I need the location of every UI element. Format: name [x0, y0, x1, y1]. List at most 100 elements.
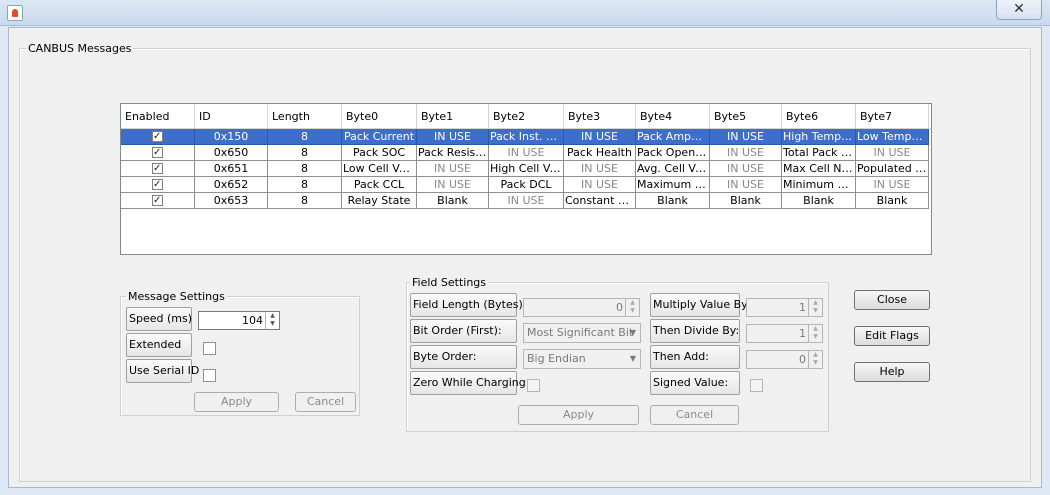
table-cell[interactable]: 8: [268, 145, 342, 161]
enabled-checkbox[interactable]: [152, 145, 163, 160]
table-row[interactable]: 0x1508Pack CurrentIN USEPack Inst. Volta…: [121, 129, 931, 145]
use-serial-id-checkbox[interactable]: [203, 369, 216, 382]
table-cell[interactable]: IN USE: [710, 145, 782, 161]
help-button[interactable]: Help: [854, 362, 930, 382]
table-cell[interactable]: High Cell Voltage: [489, 161, 564, 177]
table-cell[interactable]: Pack Amphours: [636, 129, 710, 145]
table-cell[interactable]: Blank: [636, 193, 710, 209]
table-cell[interactable]: Blank: [856, 193, 929, 209]
table-row[interactable]: 0x6508Pack SOCPack ResistanceIN USEPack …: [121, 145, 931, 161]
spin-down-icon[interactable]: ▼: [809, 359, 822, 367]
message-apply-button[interactable]: Apply: [194, 392, 279, 412]
spin-down-icon[interactable]: ▼: [809, 307, 822, 315]
enabled-cell[interactable]: [121, 177, 195, 193]
spin-down-icon[interactable]: ▼: [266, 320, 279, 328]
table-cell[interactable]: Pack CCL: [342, 177, 417, 193]
table-cell[interactable]: Low Cell Voltage: [342, 161, 417, 177]
table-cell[interactable]: IN USE: [856, 145, 929, 161]
table-cell[interactable]: IN USE: [564, 161, 636, 177]
table-cell[interactable]: IN USE: [489, 193, 564, 209]
signed-value-checkbox[interactable]: [750, 379, 763, 392]
table-cell[interactable]: Blank: [710, 193, 782, 209]
add-arrows[interactable]: ▲ ▼: [808, 351, 822, 368]
spin-up-icon[interactable]: ▲: [266, 312, 279, 320]
spin-up-icon[interactable]: ▲: [626, 299, 639, 307]
table-cell[interactable]: IN USE: [564, 129, 636, 145]
window-close-button[interactable]: ✕: [996, 0, 1042, 20]
field-length-arrows[interactable]: ▲ ▼: [625, 299, 639, 316]
spin-up-icon[interactable]: ▲: [809, 351, 822, 359]
table-cell[interactable]: Relay State: [342, 193, 417, 209]
divide-spinner[interactable]: 1 ▲ ▼: [746, 324, 823, 343]
table-cell[interactable]: IN USE: [417, 161, 489, 177]
table-cell[interactable]: Pack Resistance: [417, 145, 489, 161]
table-row[interactable]: 0x6538Relay StateBlankIN USEConstant Val…: [121, 193, 931, 209]
column-header-byte4[interactable]: Byte4: [636, 104, 710, 129]
close-button[interactable]: Close: [854, 290, 930, 310]
table-cell[interactable]: 8: [268, 177, 342, 193]
canbus-table[interactable]: Enabled ID Length Byte0 Byte1 Byte2 Byte3 Byte4…: [120, 103, 932, 255]
table-cell[interactable]: IN USE: [710, 177, 782, 193]
spin-down-icon[interactable]: ▼: [809, 333, 822, 341]
enabled-cell[interactable]: [121, 145, 195, 161]
edit-flags-button[interactable]: Edit Flags: [854, 326, 930, 346]
table-cell[interactable]: 8: [268, 161, 342, 177]
table-cell[interactable]: High Temperature: [782, 129, 856, 145]
enabled-checkbox[interactable]: [152, 129, 163, 144]
enabled-cell[interactable]: [121, 129, 195, 145]
table-cell[interactable]: 0x653: [195, 193, 268, 209]
enabled-checkbox[interactable]: [152, 177, 163, 192]
table-cell[interactable]: 0x651: [195, 161, 268, 177]
table-cell[interactable]: Populated Cells: [856, 161, 929, 177]
table-row[interactable]: 0x6528Pack CCLIN USEPack DCLIN USEMaximu…: [121, 177, 931, 193]
table-cell[interactable]: Maximum Cell: [636, 177, 710, 193]
column-header-byte7[interactable]: Byte7: [856, 104, 929, 129]
multiply-spinner[interactable]: 1 ▲ ▼: [746, 298, 823, 317]
enabled-checkbox[interactable]: [152, 193, 163, 208]
table-cell[interactable]: Pack Health: [564, 145, 636, 161]
multiply-arrows[interactable]: ▲ ▼: [808, 299, 822, 316]
table-cell[interactable]: IN USE: [417, 129, 489, 145]
spin-up-icon[interactable]: ▲: [809, 325, 822, 333]
table-cell[interactable]: Blank: [417, 193, 489, 209]
column-header-byte6[interactable]: Byte6: [782, 104, 856, 129]
spin-down-icon[interactable]: ▼: [626, 307, 639, 315]
zero-while-charging-checkbox[interactable]: [527, 379, 540, 392]
table-cell[interactable]: Pack Open Voltage: [636, 145, 710, 161]
table-cell[interactable]: IN USE: [856, 177, 929, 193]
table-cell[interactable]: Pack Current: [342, 129, 417, 145]
divide-arrows[interactable]: ▲ ▼: [808, 325, 822, 342]
table-row[interactable]: 0x6518Low Cell VoltageIN USEHigh Cell Vo…: [121, 161, 931, 177]
table-cell[interactable]: 0x150: [195, 129, 268, 145]
speed-spinner-arrows[interactable]: ▲ ▼: [265, 312, 279, 329]
table-cell[interactable]: IN USE: [710, 129, 782, 145]
table-cell[interactable]: Blank: [782, 193, 856, 209]
field-apply-button[interactable]: Apply: [518, 405, 639, 425]
enabled-cell[interactable]: [121, 193, 195, 209]
table-cell[interactable]: 0x650: [195, 145, 268, 161]
enabled-cell[interactable]: [121, 161, 195, 177]
table-cell[interactable]: Pack DCL: [489, 177, 564, 193]
field-length-spinner[interactable]: 0 ▲ ▼: [523, 298, 640, 317]
table-cell[interactable]: 8: [268, 129, 342, 145]
table-cell[interactable]: Pack Inst. Voltage: [489, 129, 564, 145]
table-cell[interactable]: Minimum Cell: [782, 177, 856, 193]
column-header-enabled[interactable]: Enabled: [121, 104, 195, 129]
table-cell[interactable]: Avg. Cell Voltage: [636, 161, 710, 177]
table-cell[interactable]: IN USE: [564, 177, 636, 193]
table-cell[interactable]: Low Temperature: [856, 129, 929, 145]
bit-order-dropdown[interactable]: Most Significant Bit ▼: [523, 323, 641, 343]
table-cell[interactable]: IN USE: [417, 177, 489, 193]
enabled-checkbox[interactable]: [152, 161, 163, 176]
column-header-byte2[interactable]: Byte2: [489, 104, 564, 129]
column-header-id[interactable]: ID: [195, 104, 268, 129]
byte-order-dropdown[interactable]: Big Endian ▼: [523, 349, 641, 369]
column-header-length[interactable]: Length: [268, 104, 342, 129]
table-cell[interactable]: Max Cell Number: [782, 161, 856, 177]
column-header-byte0[interactable]: Byte0: [342, 104, 417, 129]
add-spinner[interactable]: 0 ▲ ▼: [746, 350, 823, 369]
table-cell[interactable]: Constant Value: [564, 193, 636, 209]
table-cell[interactable]: Pack SOC: [342, 145, 417, 161]
column-header-byte1[interactable]: Byte1: [417, 104, 489, 129]
table-cell[interactable]: IN USE: [710, 161, 782, 177]
